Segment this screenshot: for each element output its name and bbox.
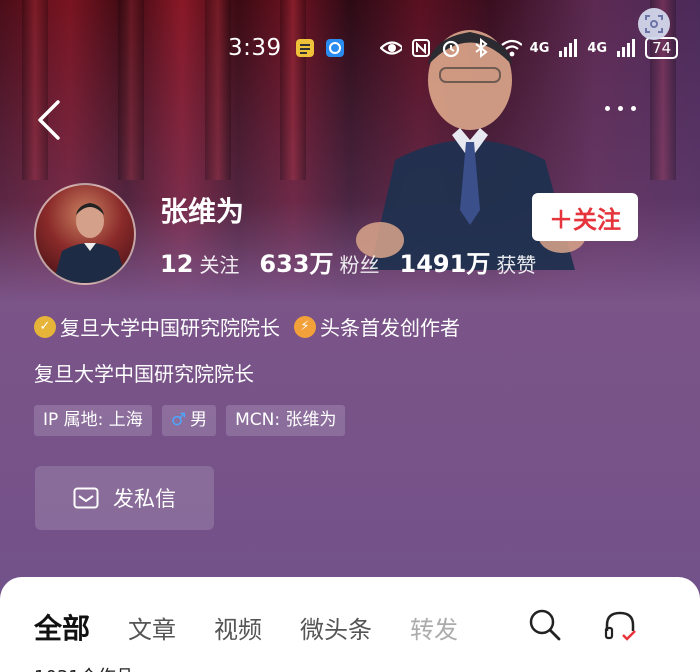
works-count: 1031个作品 (34, 663, 134, 672)
fans-label[interactable]: 粉丝 (340, 249, 380, 278)
lightning-badge-icon: ⚡ (294, 315, 316, 338)
likes-count: 1491万 (399, 250, 491, 278)
curtain-decoration (22, 0, 48, 180)
tab-micro[interactable]: 微头条 (300, 610, 372, 645)
profile-tags: IP 属地: 上海 ♂ 男 MCN: 张维为 (34, 405, 346, 436)
app-notification-icon (324, 38, 346, 58)
likes-label: 获赞 (496, 253, 537, 277)
message-icon (73, 487, 99, 509)
tab-articles[interactable]: 文章 (128, 610, 176, 645)
battery-indicator: 74 (645, 37, 679, 59)
verification-badges: ✓ 复旦大学中国研究院院长 ⚡ 头条首发创作者 (34, 312, 460, 341)
fans-count[interactable]: 633万 (259, 244, 333, 279)
gender-tag: ♂ 男 (161, 405, 217, 436)
avatar[interactable] (34, 183, 136, 285)
more-dots-icon (605, 106, 610, 111)
signal-bars-icon (615, 38, 637, 58)
male-icon: ♂ (170, 410, 187, 430)
eye-icon (379, 38, 402, 58)
nfc-icon (410, 38, 432, 58)
bluetooth-icon (470, 38, 492, 58)
back-button[interactable] (34, 98, 64, 142)
profile-bio: 复旦大学中国研究院院长 (34, 362, 254, 386)
avatar-image (53, 203, 127, 283)
search-icon[interactable] (528, 608, 562, 646)
send-message-button[interactable]: 发私信 (35, 466, 214, 530)
status-time: 3:39 (228, 35, 282, 61)
music-app-icon (294, 38, 316, 58)
customer-service-icon[interactable] (603, 609, 637, 647)
follow-button[interactable]: ＋关注 (532, 193, 638, 241)
profile-name: 张维为 (160, 195, 245, 228)
following-label[interactable]: 关注 (199, 249, 239, 278)
screen-scan-icon[interactable] (638, 8, 670, 40)
more-options-button[interactable] (605, 106, 636, 111)
alarm-icon (440, 38, 462, 58)
mcn-tag[interactable]: MCN: 张维为 (226, 405, 346, 436)
following-count[interactable]: 12 (160, 250, 193, 278)
curtain-decoration (280, 0, 306, 180)
chevron-left-icon (38, 100, 60, 140)
status-bar: 3:39 4G 4G 74 (228, 32, 679, 64)
signal-label-1: 4G (529, 40, 550, 56)
verification-text: 复旦大学中国研究院院长 (60, 316, 280, 340)
signal-bars-icon (557, 38, 579, 58)
profile-stats: 12 关注 633万 粉丝 1491万 获赞 (160, 244, 550, 279)
ip-location-tag: IP 属地: 上海 (34, 405, 152, 436)
signal-label-2: 4G (587, 40, 608, 56)
curtain-decoration (205, 0, 231, 180)
tab-videos[interactable]: 视频 (214, 610, 262, 645)
content-tabs: 全部 文章 视频 微头条 转发 (34, 607, 458, 647)
tab-all[interactable]: 全部 (34, 607, 90, 647)
send-message-label: 发私信 (113, 487, 176, 511)
curtain-decoration (118, 0, 144, 180)
tab-repost[interactable]: 转发 (410, 610, 458, 645)
content-panel: 全部 文章 视频 微头条 转发 1031个作品 (0, 577, 700, 672)
creator-badge-text[interactable]: 头条首发创作者 (320, 312, 460, 341)
verified-badge-icon: ✓ (34, 315, 56, 338)
wifi-icon (500, 38, 522, 58)
